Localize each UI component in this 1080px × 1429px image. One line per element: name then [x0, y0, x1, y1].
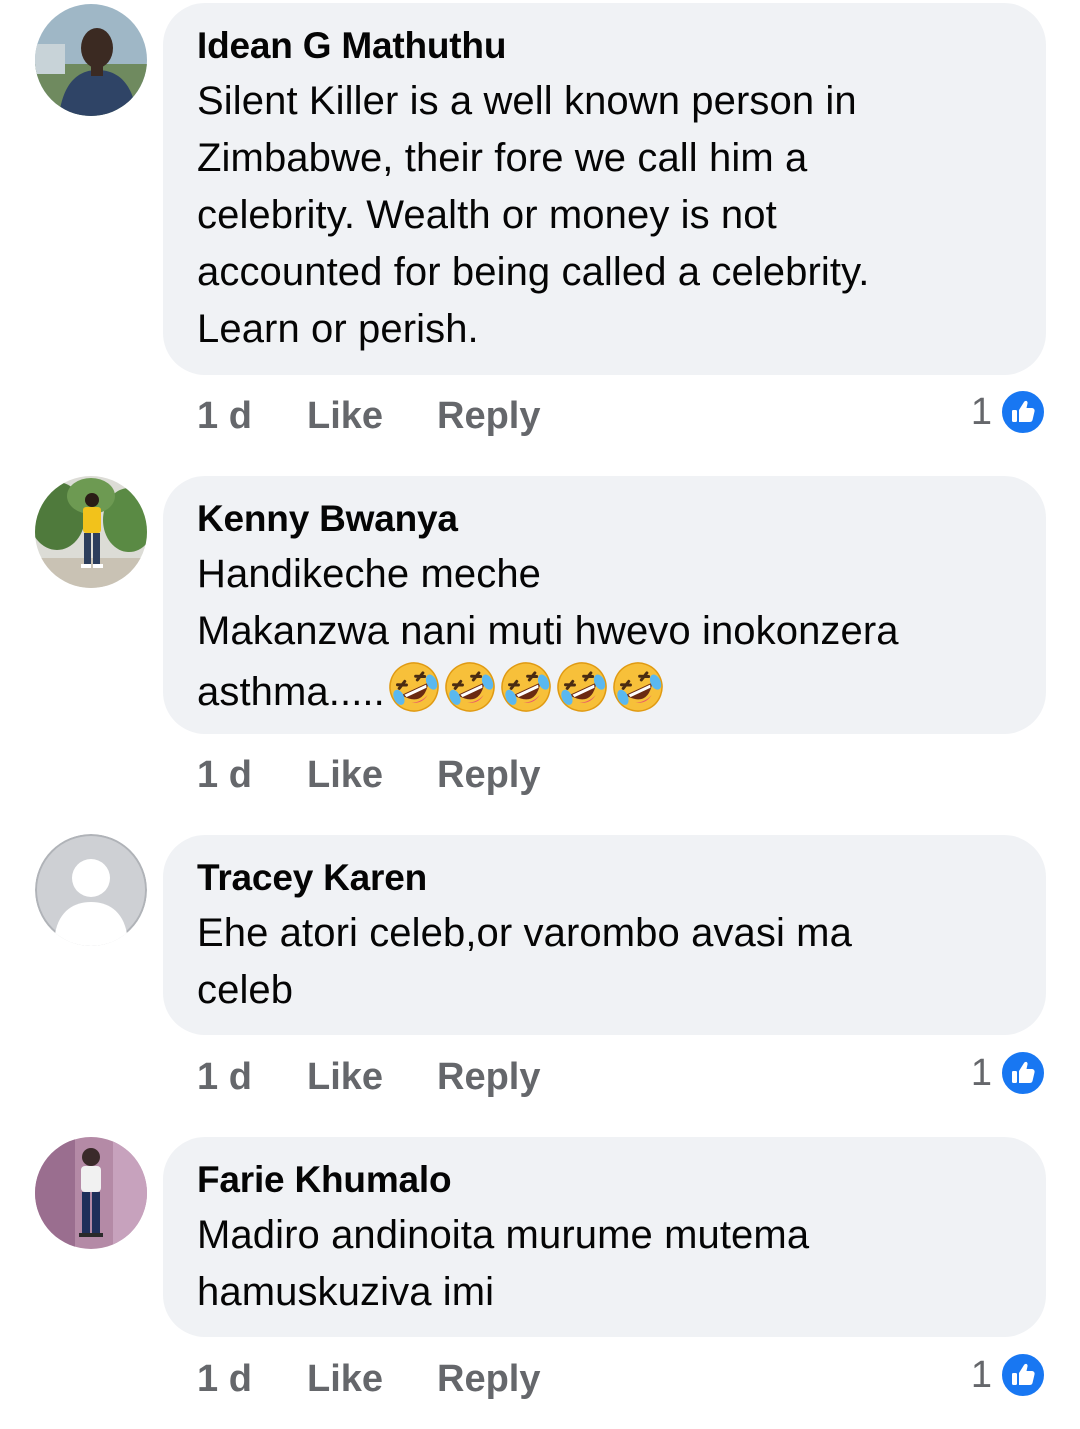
comment-text-line: hamuskuziva imi — [197, 1270, 495, 1314]
avatar-photo — [35, 1137, 147, 1249]
comment-text: Handikeche meche Makanzwa nani muti hwev… — [197, 546, 1014, 721]
comment-thread: Idean G Mathuthu Silent Killer is a well… — [0, 0, 1080, 1429]
reply-button[interactable]: Reply — [437, 395, 540, 438]
comment-author[interactable]: Idean G Mathuthu — [197, 19, 1014, 73]
rolling-on-floor-laughing-emoji-icon — [445, 662, 495, 712]
comment-text-line: Silent Killer is a well known person in — [197, 79, 857, 123]
like-reaction-icon — [1000, 389, 1046, 435]
comment-text-line: Learn or perish. — [197, 307, 479, 351]
like-reaction-icon — [1000, 1352, 1046, 1398]
reaction-count: 1 — [970, 1353, 992, 1396]
reaction-count: 1 — [970, 390, 992, 433]
reaction-count: 1 — [970, 1051, 992, 1094]
comment-text: Madiro andinoita murume mutema hamuskuzi… — [197, 1207, 1014, 1321]
comment-timestamp[interactable]: 1 d — [197, 395, 307, 438]
reply-button[interactable]: Reply — [437, 1358, 540, 1401]
comment-bubble: Tracey Karen Ehe atori celeb,or varombo … — [163, 835, 1046, 1035]
like-reaction-icon — [1000, 1050, 1046, 1096]
reaction-summary[interactable]: 1 — [971, 1349, 1046, 1401]
comment-text-line: Madiro andinoita murume mutema — [197, 1213, 810, 1257]
reply-button[interactable]: Reply — [437, 754, 540, 797]
comment-text-line: Zimbabwe, their fore we call him a — [197, 136, 808, 180]
comment-bubble: Farie Khumalo Madiro andinoita murume mu… — [163, 1137, 1046, 1337]
comment-text-line: accounted for being called a celebrity. — [197, 250, 870, 294]
avatar[interactable] — [35, 476, 147, 588]
comment-text-line: asthma..... — [197, 670, 385, 714]
comment-text-line: celeb — [197, 968, 294, 1012]
rolling-on-floor-laughing-emoji-icon — [389, 662, 439, 712]
comment-author[interactable]: Farie Khumalo — [197, 1153, 1014, 1207]
rolling-on-floor-laughing-emoji-icon — [613, 662, 663, 712]
comment-text: Ehe atori celeb,or varombo avasi ma cele… — [197, 905, 1014, 1019]
like-button[interactable]: Like — [307, 1358, 437, 1401]
like-button[interactable]: Like — [307, 395, 437, 438]
like-button[interactable]: Like — [307, 754, 437, 797]
comment-author[interactable]: Kenny Bwanya — [197, 492, 1014, 546]
reaction-summary[interactable]: 1 — [971, 386, 1046, 438]
emoji-run — [387, 660, 667, 714]
avatar-photo — [35, 476, 147, 588]
comment-bubble: Idean G Mathuthu Silent Killer is a well… — [163, 3, 1046, 375]
comment-text-line: Makanzwa nani muti hwevo inokonzera — [197, 609, 899, 653]
comment-text-line: celebrity. Wealth or money is not — [197, 193, 777, 237]
avatar[interactable] — [35, 834, 147, 946]
comment-actions: 1 d Like Reply — [197, 749, 540, 801]
comment-text: Silent Killer is a well known person in … — [197, 73, 1014, 358]
rolling-on-floor-laughing-emoji-icon — [557, 662, 607, 712]
comment-text-line: Ehe atori celeb,or varombo avasi ma — [197, 911, 852, 955]
comment-author[interactable]: Tracey Karen — [197, 851, 1014, 905]
reaction-summary[interactable]: 1 — [971, 1047, 1046, 1099]
comment-text-line: Handikeche meche — [197, 552, 542, 596]
rolling-on-floor-laughing-emoji-icon — [501, 662, 551, 712]
comment-bubble: Kenny Bwanya Handikeche meche Makanzwa n… — [163, 476, 1046, 734]
comment-timestamp[interactable]: 1 d — [197, 1056, 307, 1099]
comment-timestamp[interactable]: 1 d — [197, 1358, 307, 1401]
default-profile-icon — [35, 834, 147, 946]
avatar-photo — [35, 4, 147, 116]
comment-timestamp[interactable]: 1 d — [197, 754, 307, 797]
comment-actions: 1 d Like Reply — [197, 390, 540, 442]
avatar[interactable] — [35, 1137, 147, 1249]
avatar[interactable] — [35, 4, 147, 116]
comment-text-line-with-emoji: asthma..... — [197, 660, 1014, 721]
like-button[interactable]: Like — [307, 1056, 437, 1099]
comment-actions: 1 d Like Reply — [197, 1051, 540, 1103]
comment-actions: 1 d Like Reply — [197, 1353, 540, 1405]
reply-button[interactable]: Reply — [437, 1056, 540, 1099]
